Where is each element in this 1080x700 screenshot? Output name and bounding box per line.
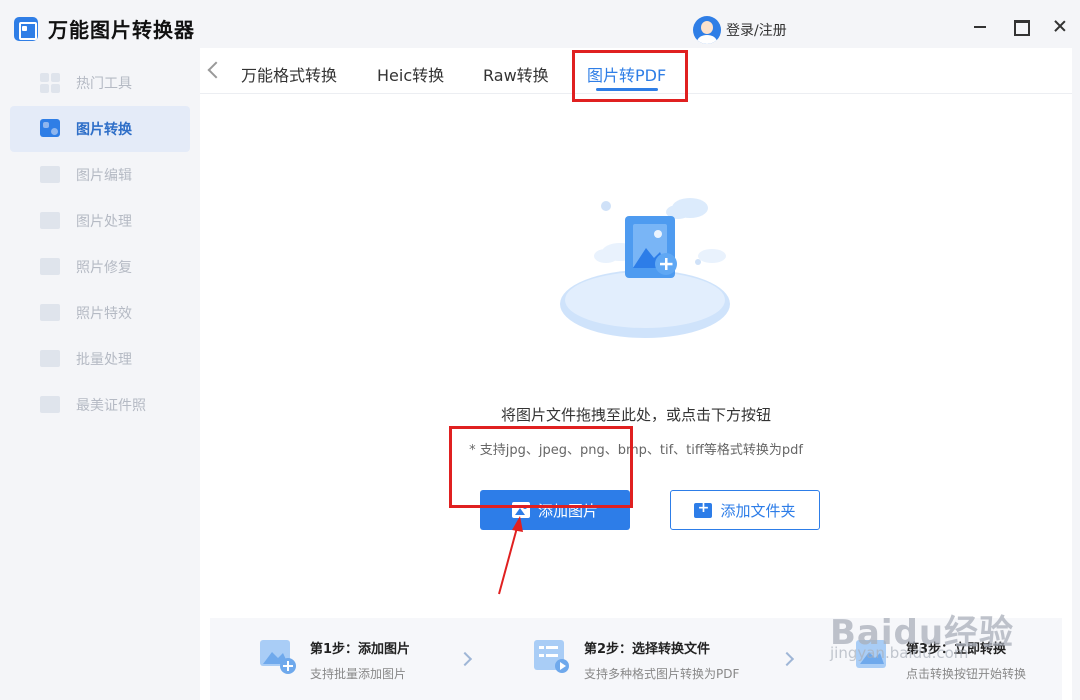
login-button[interactable]: 登录/注册 (693, 16, 787, 44)
window-controls (972, 18, 1068, 36)
grid-tools-icon (40, 73, 62, 93)
step-desc: 支持批量添加图片 (310, 667, 407, 681)
sidebar-item-label: 图片处理 (76, 214, 132, 230)
sidebar-nav: 热门工具 图片转换 图片编辑 图片处理 照片修复 照片特效 批量处理 最美证件照 (10, 60, 190, 428)
app-title: 万能图片转换器 (48, 18, 195, 42)
sidebar-item-label: 图片转换 (76, 122, 132, 138)
main-panel: 万能格式转换 Heic转换 Raw转换 图片转PDF 将图片文件拖拽至此处，或点… (200, 48, 1072, 700)
sidebar-item-label: 热门工具 (76, 76, 132, 92)
sidebar-item-label: 最美证件照 (76, 398, 146, 414)
user-avatar-icon (693, 16, 721, 44)
step-desc: 点击转换按钮开始转换 (906, 667, 1027, 681)
chevron-right-icon (457, 651, 473, 667)
sidebar-item-batch-process[interactable]: 批量处理 (10, 336, 190, 382)
step-title: 第2步：选择转换文件 (584, 642, 711, 657)
tab-heic[interactable]: Heic转换 (377, 62, 444, 86)
add-image-label: 添加图片 (537, 501, 598, 520)
tab-universal-format[interactable]: 万能格式转换 (241, 62, 337, 86)
sidebar-item-label: 图片编辑 (76, 168, 132, 184)
drop-zone[interactable]: 将图片文件拖拽至此处，或点击下方按钮 * 支持jpg、jpeg、png、bmp、… (210, 94, 1062, 616)
step-1: 第1步：添加图片 支持批量添加图片 (258, 638, 410, 682)
id-photo-icon (40, 395, 62, 415)
sidebar-item-image-process[interactable]: 图片处理 (10, 198, 190, 244)
login-label: 登录/注册 (726, 23, 787, 39)
app-title-bar: 万能图片转换器 (14, 14, 195, 43)
sidebar-item-label: 照片特效 (76, 306, 132, 322)
sidebar-item-photo-effects[interactable]: 照片特效 (10, 290, 190, 336)
maximize-icon[interactable] (1012, 18, 1030, 36)
folder-plus-icon (694, 500, 713, 518)
photo-effects-icon (40, 303, 62, 323)
sidebar: 万能图片转换器 热门工具 图片转换 图片编辑 图片处理 照片修复 照片特效 批量… (0, 0, 200, 700)
image-edit-icon (40, 165, 62, 185)
drop-hint-text: 将图片文件拖拽至此处，或点击下方按钮 (500, 406, 771, 424)
sidebar-item-label: 批量处理 (76, 352, 132, 368)
upload-illustration-icon (560, 198, 730, 338)
photo-repair-icon (40, 257, 62, 277)
sidebar-item-label: 照片修复 (76, 260, 132, 276)
format-hint-text: * 支持jpg、jpeg、png、bmp、tif、tiff等格式转换为pdf (469, 443, 803, 458)
add-image-step-icon (260, 640, 296, 674)
watermark-url: jingyan.baidu.com (830, 644, 969, 662)
tab-image-to-pdf[interactable]: 图片转PDF (587, 62, 666, 86)
step-2: 第2步：选择转换文件 支持多种格式图片转换为PDF (532, 638, 739, 682)
chevron-left-icon[interactable] (207, 61, 225, 79)
active-tab-indicator (596, 88, 658, 91)
batch-process-icon (40, 349, 62, 369)
add-folder-label: 添加文件夹 (720, 501, 796, 520)
app-logo-icon (14, 16, 38, 41)
select-file-step-icon (534, 640, 569, 673)
tab-raw[interactable]: Raw转换 (483, 62, 549, 86)
image-convert-icon (40, 119, 62, 139)
close-icon[interactable] (1052, 18, 1068, 34)
image-process-icon (40, 211, 62, 231)
red-arrow-annotation-icon (498, 516, 523, 595)
sidebar-item-image-convert[interactable]: 图片转换 (10, 106, 190, 152)
chevron-right-icon (779, 651, 795, 667)
sidebar-item-hot-tools[interactable]: 热门工具 (10, 60, 190, 106)
step-title: 第1步：添加图片 (310, 642, 411, 657)
sidebar-item-photo-repair[interactable]: 照片修复 (10, 244, 190, 290)
minimize-icon[interactable] (972, 18, 988, 34)
add-folder-button[interactable]: 添加文件夹 (670, 490, 820, 530)
sidebar-item-image-edit[interactable]: 图片编辑 (10, 152, 190, 198)
tab-bar: 万能格式转换 Heic转换 Raw转换 图片转PDF (200, 48, 1072, 94)
step-desc: 支持多种格式图片转换为PDF (584, 667, 740, 681)
sidebar-item-id-photo[interactable]: 最美证件照 (10, 382, 190, 428)
